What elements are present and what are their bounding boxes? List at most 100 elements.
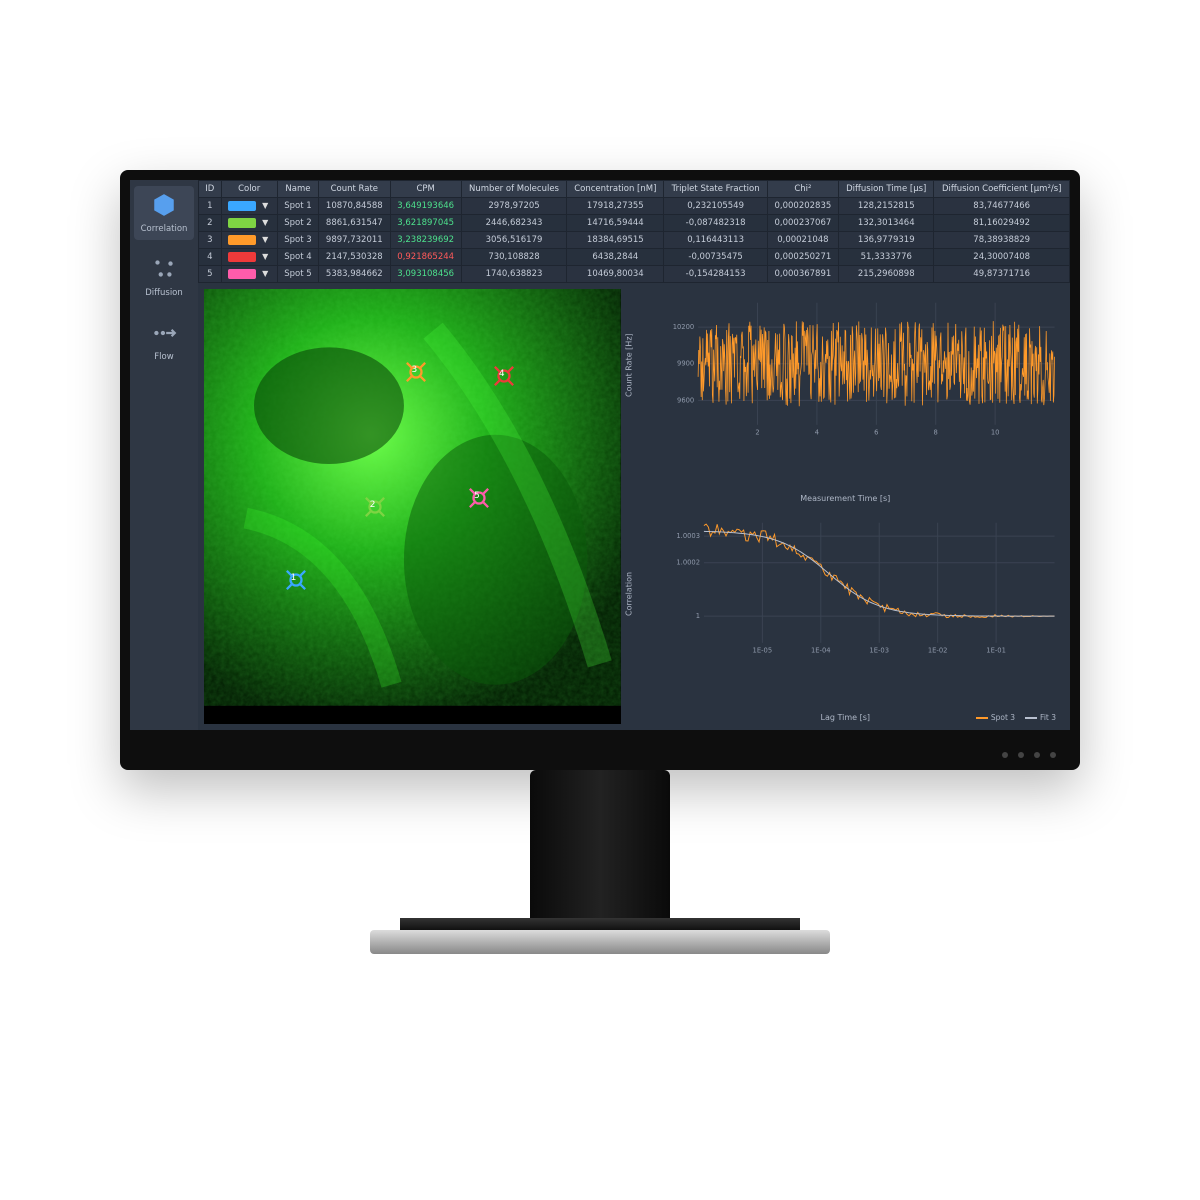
cell-diff-time: 51,3333776 bbox=[839, 249, 934, 266]
monitor-frame: CorrelationDiffusionFlow IDColorNameCoun… bbox=[120, 170, 1080, 770]
chevron-down-icon[interactable]: ▼ bbox=[260, 269, 270, 279]
cell-molecules: 3056,516179 bbox=[461, 232, 566, 249]
svg-text:1E-03: 1E-03 bbox=[869, 646, 889, 654]
svg-text:1E-01: 1E-01 bbox=[986, 646, 1006, 654]
diffusion-icon bbox=[151, 256, 177, 285]
spot-data-table: IDColorNameCount RateCPMNumber of Molecu… bbox=[198, 180, 1070, 283]
table-header[interactable]: ID bbox=[199, 181, 222, 198]
table-header[interactable]: Name bbox=[277, 181, 318, 198]
cell-name: Spot 3 bbox=[277, 232, 318, 249]
cell-count-rate: 5383,984662 bbox=[319, 266, 390, 283]
count-rate-chart: Count Rate [Hz] Measurement Time [s] 960… bbox=[627, 289, 1064, 505]
marker-label: 1 bbox=[291, 573, 297, 583]
table-row[interactable]: 1▼Spot 110870,845883,6491936462978,97205… bbox=[199, 198, 1070, 215]
spot-marker-1[interactable]: 1 bbox=[285, 569, 307, 591]
color-swatch bbox=[228, 201, 256, 211]
cell-concentration: 17918,27355 bbox=[567, 198, 664, 215]
chart1-xlabel: Measurement Time [s] bbox=[800, 494, 890, 503]
table-header[interactable]: Number of Molecules bbox=[461, 181, 566, 198]
table-header[interactable]: CPM bbox=[390, 181, 461, 198]
table-header[interactable]: Concentration [nM] bbox=[567, 181, 664, 198]
cell-chi: 0,000202835 bbox=[767, 198, 838, 215]
chevron-down-icon[interactable]: ▼ bbox=[260, 201, 270, 211]
spot-marker-5[interactable]: 5 bbox=[468, 487, 490, 509]
legend-item: Fit 3 bbox=[1025, 713, 1056, 722]
cell-color[interactable]: ▼ bbox=[221, 266, 277, 283]
cell-color[interactable]: ▼ bbox=[221, 215, 277, 232]
cell-count-rate: 10870,84588 bbox=[319, 198, 390, 215]
sidebar-item-correlation[interactable]: Correlation bbox=[134, 186, 194, 240]
cell-triplet: -0,00735475 bbox=[664, 249, 767, 266]
sidebar-item-diffusion[interactable]: Diffusion bbox=[134, 250, 194, 304]
marker-label: 5 bbox=[474, 491, 480, 501]
svg-text:1.0002: 1.0002 bbox=[676, 558, 700, 566]
spot-marker-4[interactable]: 4 bbox=[493, 365, 515, 387]
table-header[interactable]: Diffusion Coefficient [µm²/s] bbox=[934, 181, 1070, 198]
chevron-down-icon[interactable]: ▼ bbox=[260, 235, 270, 245]
cell-triplet: -0,087482318 bbox=[664, 215, 767, 232]
sidebar-item-label: Correlation bbox=[141, 224, 188, 234]
table-row[interactable]: 2▼Spot 28861,6315473,6218970452446,68234… bbox=[199, 215, 1070, 232]
correlation-chart: Correlation Lag Time [s] 1E-051E-041E-03… bbox=[627, 509, 1064, 725]
cell-id: 1 bbox=[199, 198, 222, 215]
table-row[interactable]: 3▼Spot 39897,7320113,2382396923056,51617… bbox=[199, 232, 1070, 249]
cell-count-rate: 9897,732011 bbox=[319, 232, 390, 249]
svg-text:1.0003: 1.0003 bbox=[676, 532, 700, 540]
cell-cpm: 3,093108456 bbox=[390, 266, 461, 283]
cell-cpm: 0,921865244 bbox=[390, 249, 461, 266]
table-header[interactable]: Color bbox=[221, 181, 277, 198]
cell-diff-coef: 81,16029492 bbox=[934, 215, 1070, 232]
sidebar-item-label: Flow bbox=[154, 352, 173, 362]
table-header[interactable]: Chi² bbox=[767, 181, 838, 198]
cell-color[interactable]: ▼ bbox=[221, 232, 277, 249]
marker-label: 2 bbox=[370, 500, 376, 510]
chart2-legend: Spot 3 Fit 3 bbox=[976, 713, 1056, 722]
chevron-down-icon[interactable]: ▼ bbox=[260, 252, 270, 262]
cell-name: Spot 2 bbox=[277, 215, 318, 232]
sidebar-item-flow[interactable]: Flow bbox=[134, 314, 194, 368]
flow-icon bbox=[151, 320, 177, 349]
monitor-indicators bbox=[1002, 752, 1056, 758]
svg-text:1: 1 bbox=[695, 612, 699, 620]
hex-icon bbox=[151, 192, 177, 221]
svg-text:9900: 9900 bbox=[677, 360, 694, 368]
svg-text:6: 6 bbox=[874, 428, 878, 436]
svg-text:1E-04: 1E-04 bbox=[811, 646, 831, 654]
cell-diff-coef: 83,74677466 bbox=[934, 198, 1070, 215]
cell-color[interactable]: ▼ bbox=[221, 198, 277, 215]
chart2-ylabel: Correlation bbox=[624, 572, 633, 616]
monitor-stand-neck bbox=[530, 770, 670, 940]
table-row[interactable]: 4▼Spot 42147,5303280,921865244730,108828… bbox=[199, 249, 1070, 266]
cell-count-rate: 8861,631547 bbox=[319, 215, 390, 232]
svg-text:9600: 9600 bbox=[677, 396, 694, 404]
monitor-stand-base bbox=[370, 930, 830, 954]
table-row[interactable]: 5▼Spot 55383,9846623,0931084561740,63882… bbox=[199, 266, 1070, 283]
cell-diff-coef: 49,87371716 bbox=[934, 266, 1070, 283]
cell-chi: 0,00021048 bbox=[767, 232, 838, 249]
microscopy-image[interactable]: 1 2 3 4 5 bbox=[204, 289, 621, 724]
cell-molecules: 2978,97205 bbox=[461, 198, 566, 215]
cell-diff-time: 136,9779319 bbox=[839, 232, 934, 249]
svg-text:10: 10 bbox=[990, 428, 999, 436]
cell-name: Spot 5 bbox=[277, 266, 318, 283]
cell-name: Spot 4 bbox=[277, 249, 318, 266]
color-swatch bbox=[228, 269, 256, 279]
legend-item: Spot 3 bbox=[976, 713, 1015, 722]
table-header[interactable]: Diffusion Time [µs] bbox=[839, 181, 934, 198]
main-panel: IDColorNameCount RateCPMNumber of Molecu… bbox=[198, 180, 1070, 730]
cell-color[interactable]: ▼ bbox=[221, 249, 277, 266]
chevron-down-icon[interactable]: ▼ bbox=[260, 218, 270, 228]
color-swatch bbox=[228, 235, 256, 245]
spot-marker-2[interactable]: 2 bbox=[364, 496, 386, 518]
sidebar: Correlation Diffusion Flow bbox=[130, 180, 198, 730]
table-header[interactable]: Count Rate bbox=[319, 181, 390, 198]
cell-name: Spot 1 bbox=[277, 198, 318, 215]
table-header[interactable]: Triplet State Fraction bbox=[664, 181, 767, 198]
chart2-xlabel: Lag Time [s] bbox=[821, 713, 871, 722]
cell-triplet: 0,116443113 bbox=[664, 232, 767, 249]
spot-marker-3[interactable]: 3 bbox=[405, 361, 427, 383]
cell-id: 3 bbox=[199, 232, 222, 249]
app-screen: CorrelationDiffusionFlow IDColorNameCoun… bbox=[130, 180, 1070, 730]
cell-triplet: -0,154284153 bbox=[664, 266, 767, 283]
marker-label: 3 bbox=[411, 365, 417, 375]
